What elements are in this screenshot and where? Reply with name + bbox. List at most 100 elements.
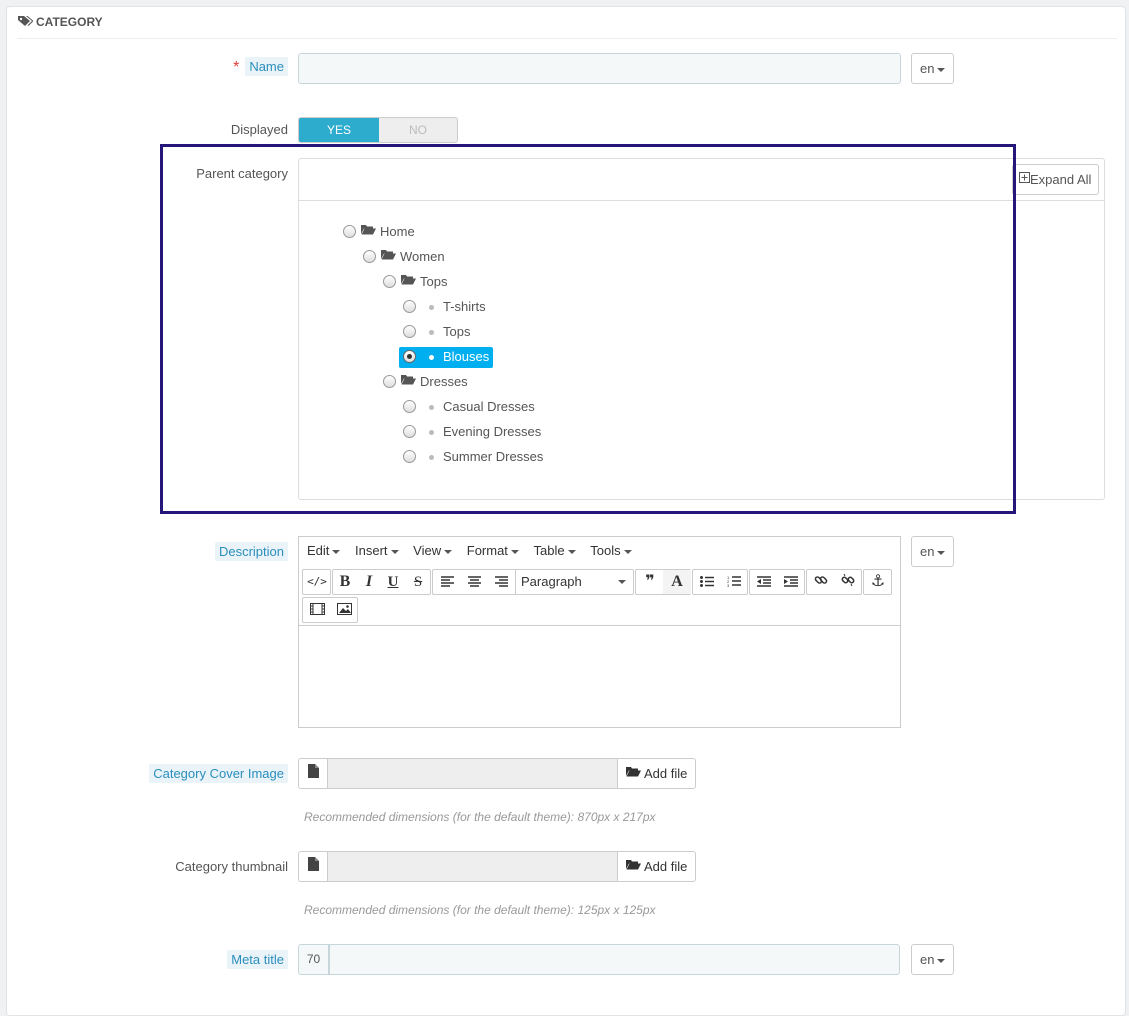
editor-content-area[interactable] [299, 625, 900, 727]
tree-label: Casual Dresses [443, 399, 535, 414]
italic-icon[interactable]: I [357, 570, 381, 594]
align-left-icon[interactable] [433, 570, 461, 594]
menu-view[interactable]: View [413, 537, 453, 565]
meta-title-char-counter: 70 [298, 944, 329, 975]
tree-item-dresses[interactable]: Dresses [383, 372, 468, 392]
folder-open-icon [626, 758, 641, 787]
panel-heading: CATEGORY [17, 7, 1117, 39]
tree-radio[interactable] [383, 375, 396, 389]
description-label: Description [214, 542, 288, 561]
tree-label: Summer Dresses [443, 449, 544, 464]
menu-edit[interactable]: Edit [307, 537, 341, 565]
displayed-no-option[interactable]: NO [379, 118, 457, 142]
thumbnail-add-file-button[interactable]: Add file [619, 852, 695, 881]
unlink-icon[interactable] [834, 570, 862, 594]
bullet-icon [429, 430, 434, 436]
numbered-list-icon[interactable]: 123 [720, 570, 748, 594]
required-mark: * [233, 59, 240, 76]
parent-category-label: Parent category [196, 166, 288, 181]
tree-radio[interactable] [343, 225, 356, 239]
tree-label: Blouses [443, 349, 490, 364]
tree-radio[interactable] [363, 250, 376, 264]
menu-insert[interactable]: Insert [355, 537, 399, 565]
image-icon[interactable] [330, 598, 358, 622]
caret-down-icon [332, 549, 341, 554]
menu-tools[interactable]: Tools [590, 537, 632, 565]
caret-down-icon [937, 958, 946, 963]
blockquote-icon[interactable]: ❞ [636, 570, 664, 594]
anchor-icon[interactable]: ⚓ [864, 570, 892, 594]
menu-format[interactable]: Format [467, 537, 519, 565]
tb-group-links [806, 569, 862, 595]
bold-icon[interactable]: B [333, 570, 357, 594]
bullet-icon [429, 330, 434, 336]
description-language-dropdown[interactable]: en [911, 536, 954, 567]
panel-title: CATEGORY [36, 15, 103, 29]
meta-title-input[interactable] [329, 944, 900, 975]
caret-down-icon [390, 549, 399, 554]
editor-menubar: Edit Insert View Format Table Tools [299, 537, 900, 565]
plus-square-icon [1019, 164, 1030, 193]
expand-all-button[interactable]: Expand All [1012, 164, 1099, 195]
caret-down-icon [937, 550, 946, 555]
editor-toolbar-row-2 [302, 597, 362, 623]
tags-icon [17, 8, 34, 38]
svg-text:3: 3 [727, 583, 730, 587]
media-icon[interactable] [303, 598, 331, 622]
tb-group-quote: ❞ A [635, 569, 691, 595]
tree-label: Evening Dresses [443, 424, 542, 439]
tree-item-evening-dresses[interactable]: Evening Dresses [403, 422, 541, 442]
tree-item-t-shirts[interactable]: T-shirts [403, 297, 486, 317]
menu-table[interactable]: Table [534, 537, 576, 565]
cover-image-help: Recommended dimensions (for the default … [304, 810, 656, 824]
align-center-icon[interactable] [460, 570, 488, 594]
strikethrough-icon[interactable]: S [405, 570, 431, 594]
thumbnail-file-input: Add file [298, 851, 696, 882]
name-input[interactable] [298, 53, 901, 84]
tree-radio[interactable] [403, 400, 416, 414]
displayed-yes-option[interactable]: YES [299, 118, 379, 142]
tree-item-tops-folder[interactable]: Tops [383, 272, 447, 292]
cover-image-add-file-button[interactable]: Add file [619, 759, 695, 788]
tb-group-source: </> [302, 569, 331, 595]
displayed-switch[interactable]: YES NO [298, 117, 458, 143]
tree-item-women[interactable]: Women [363, 247, 445, 267]
thumbnail-label: Category thumbnail [175, 859, 288, 874]
cover-image-label-wrap: Category Cover Image [130, 764, 288, 783]
tree-radio-checked[interactable] [403, 350, 416, 364]
text-color-icon[interactable]: A [663, 570, 691, 594]
tree-toolbar: Expand All [299, 159, 1104, 201]
description-label-wrap: Description [150, 542, 288, 561]
tree-radio[interactable] [403, 300, 416, 314]
tb-group-indent [749, 569, 805, 595]
folder-open-icon [401, 371, 416, 391]
tree-item-casual-dresses[interactable]: Casual Dresses [403, 397, 535, 417]
align-right-icon[interactable] [487, 570, 515, 594]
thumbnail-filename-field[interactable] [328, 852, 618, 881]
tb-group-lists: 123 [692, 569, 748, 595]
tree-radio[interactable] [403, 425, 416, 439]
tree-radio[interactable] [383, 275, 396, 289]
meta-title-language-dropdown[interactable]: en [911, 944, 954, 975]
underline-icon[interactable]: U [381, 570, 405, 594]
editor-toolbar-row-1: </> B I U S Paragraph ❞ A 123 ⚓ [302, 569, 898, 595]
tree-label: Women [400, 249, 445, 264]
bullet-list-icon[interactable] [693, 570, 721, 594]
tree-item-home[interactable]: Home [343, 222, 415, 242]
tree-item-tops[interactable]: Tops [403, 322, 470, 342]
tree-item-summer-dresses[interactable]: Summer Dresses [403, 447, 543, 467]
link-icon[interactable] [807, 570, 835, 594]
outdent-icon[interactable] [750, 570, 778, 594]
tree-radio[interactable] [403, 325, 416, 339]
indent-icon[interactable] [777, 570, 805, 594]
name-language-dropdown[interactable]: en [911, 53, 954, 84]
tree-item-blouses[interactable]: Blouses [399, 347, 494, 368]
source-code-icon[interactable]: </> [303, 570, 331, 594]
cover-image-label: Category Cover Image [149, 764, 288, 783]
expand-all-label: Expand All [1030, 172, 1092, 187]
cover-image-filename-field[interactable] [328, 759, 618, 788]
bullet-icon [429, 305, 434, 311]
caret-down-icon [510, 549, 519, 554]
tree-radio[interactable] [403, 450, 416, 464]
format-select[interactable]: Paragraph [515, 570, 633, 594]
